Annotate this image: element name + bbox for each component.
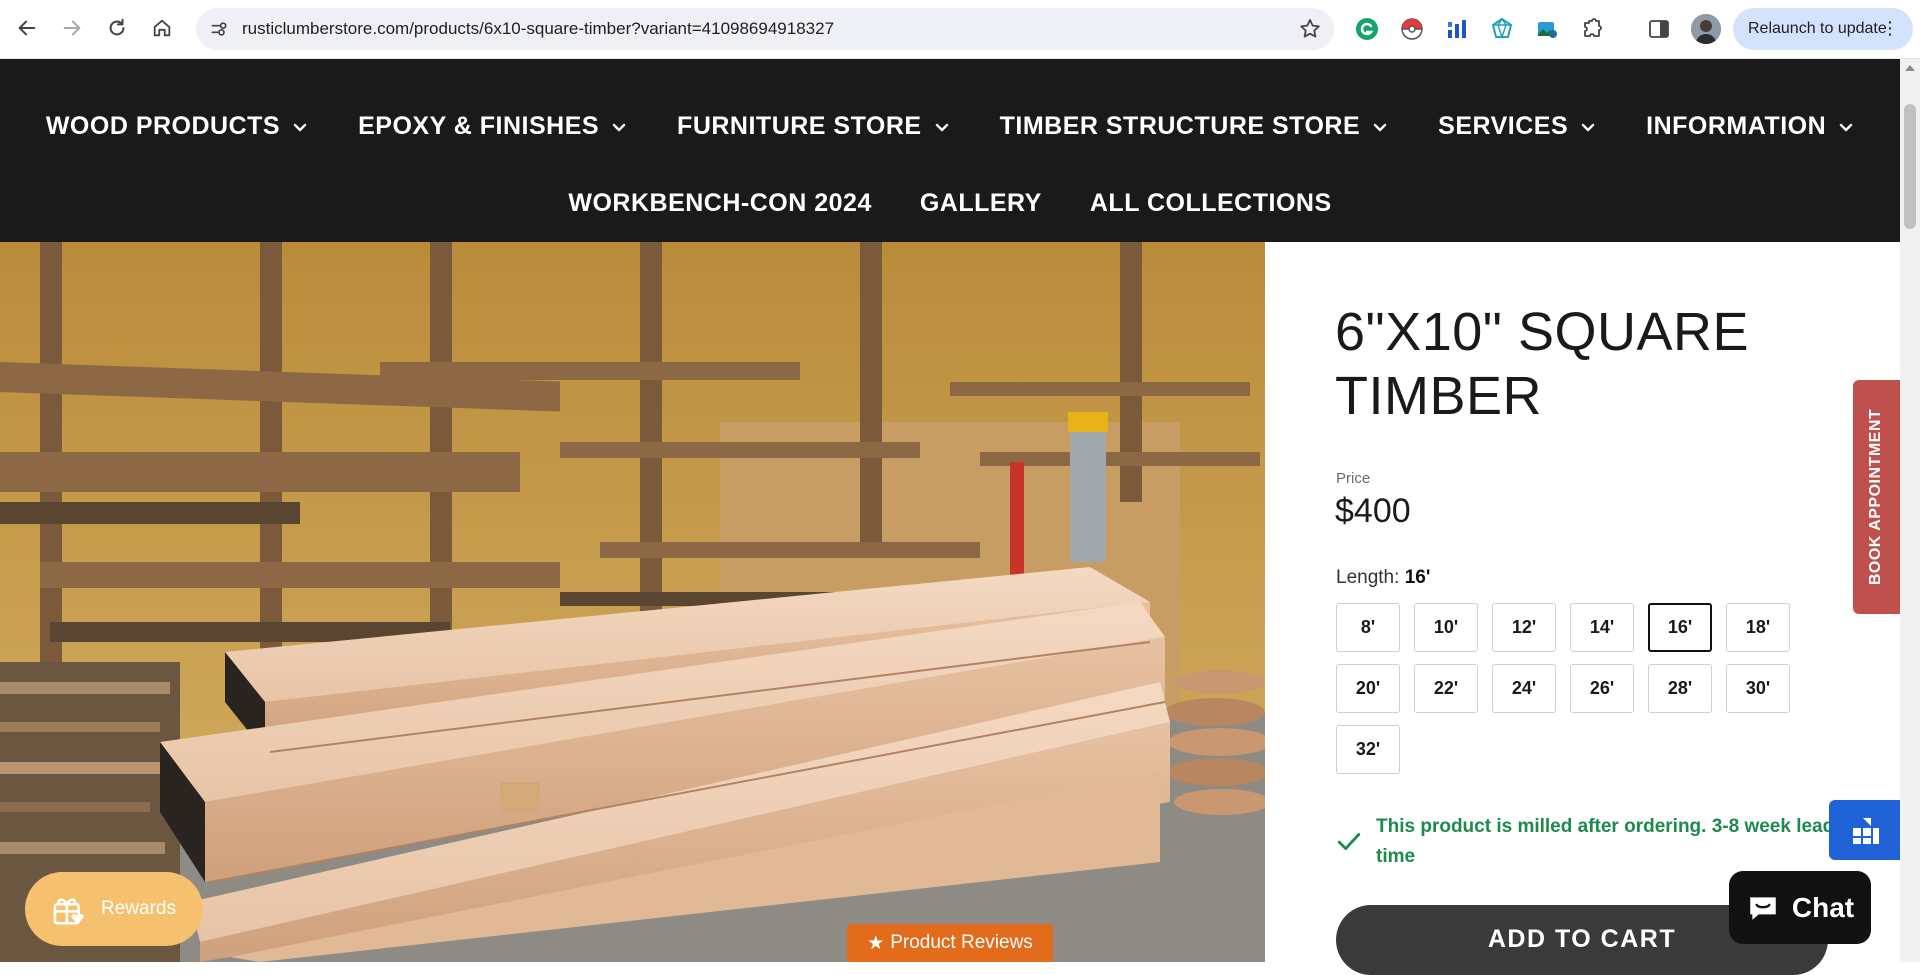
page-scrollbar[interactable] (1900, 59, 1920, 962)
nav-label: FURNITURE STORE (677, 112, 922, 140)
nav-item-timber-structure-store[interactable]: TIMBER STRUCTURE STORE (1000, 112, 1389, 141)
product-title: 6"X10" SQUARE TIMBER (1335, 302, 1750, 426)
chevron-down-icon (612, 123, 626, 131)
length-option-20[interactable]: 20' (1336, 664, 1400, 713)
nav-label: SERVICES (1438, 112, 1569, 140)
gift-heart-icon (53, 898, 84, 925)
grammarly-icon[interactable] (1354, 16, 1380, 42)
grid-widget-icon (1852, 818, 1879, 844)
site-navigation: WOOD PRODUCTS EPOXY & FINISHES FURNITURE… (0, 59, 1900, 242)
nav-item-information[interactable]: INFORMATION (1646, 112, 1854, 141)
back-icon (18, 20, 36, 36)
nav-row-secondary: WORKBENCH-CON 2024 GALLERY ALL COLLECTIO… (0, 189, 1900, 218)
length-option-18[interactable]: 18' (1726, 603, 1790, 652)
back-button[interactable] (9, 10, 45, 46)
book-appointment-tab[interactable]: BOOK APPOINTMENT (1853, 380, 1900, 614)
timber-photo (0, 242, 1265, 962)
length-option-30[interactable]: 30' (1726, 664, 1790, 713)
nav-item-services[interactable]: SERVICES (1438, 112, 1596, 141)
side-panel-icon[interactable] (1646, 16, 1672, 42)
profile-avatar[interactable] (1691, 14, 1721, 44)
chevron-down-icon (1581, 123, 1595, 131)
length-option-26[interactable]: 26' (1570, 664, 1634, 713)
chevron-down-icon (1373, 123, 1387, 131)
pokeball-icon[interactable] (1399, 16, 1425, 42)
length-option-14[interactable]: 14' (1570, 603, 1634, 652)
star-icon: ★ (867, 932, 885, 954)
address-bar[interactable]: rusticlumberstore.com/products/6x10-squa… (196, 8, 1334, 50)
chat-label: Chat (1791, 891, 1855, 923)
length-option-22[interactable]: 22' (1414, 664, 1478, 713)
length-option-32[interactable]: 32' (1336, 725, 1400, 774)
checkmark-icon (1337, 833, 1361, 850)
price-label: Price (1336, 470, 1371, 487)
length-label-text: Length: (1336, 567, 1400, 588)
lead-time-text: This product is milled after ordering. 3… (1376, 816, 1835, 867)
length-option-label: Length: 16' (1336, 567, 1430, 589)
forward-button[interactable] (54, 10, 90, 46)
product-reviews-label: Product Reviews (890, 932, 1033, 953)
nav-item-gallery[interactable]: GALLERY (920, 189, 1042, 218)
home-button[interactable] (144, 10, 180, 46)
reload-button[interactable] (99, 10, 135, 46)
photo-extension-icon[interactable] (1534, 16, 1560, 42)
product-reviews-tab[interactable]: ★ Product Reviews (847, 924, 1053, 962)
lead-time-notice: This product is milled after ordering. 3… (1336, 812, 1836, 872)
nav-item-wood-products[interactable]: WOOD PRODUCTS (46, 112, 308, 141)
browser-toolbar: rusticlumberstore.com/products/6x10-squa… (0, 0, 1920, 59)
nav-item-all-collections[interactable]: ALL COLLECTIONS (1090, 189, 1332, 218)
nav-label: TIMBER STRUCTURE STORE (999, 112, 1361, 140)
rewards-button[interactable]: Rewards (25, 872, 203, 946)
nav-label: WOOD PRODUCTS (45, 112, 281, 140)
length-option-10[interactable]: 10' (1414, 603, 1478, 652)
chevron-down-icon (293, 123, 307, 131)
chat-button[interactable]: Chat (1729, 871, 1871, 944)
length-option-24[interactable]: 24' (1492, 664, 1556, 713)
length-options: 8' 10' 12' 14' 16' 18' 20' 22' 24' 26' 2… (1336, 603, 1816, 774)
nav-item-furniture-store[interactable]: FURNITURE STORE (677, 112, 950, 141)
gem-extension-icon[interactable] (1489, 16, 1515, 42)
nav-item-epoxy-finishes[interactable]: EPOXY & FINISHES (358, 112, 627, 141)
bookmark-star-icon[interactable] (1298, 17, 1322, 41)
relaunch-to-update-button[interactable]: Relaunch to update ⋮ (1733, 8, 1913, 50)
nav-label: EPOXY & FINISHES (358, 112, 600, 140)
book-appointment-label: BOOK APPOINTMENT (1867, 408, 1885, 586)
url-text[interactable]: rusticlumberstore.com/products/6x10-squa… (242, 19, 834, 39)
site-info-icon (211, 22, 227, 36)
length-option-12[interactable]: 12' (1492, 603, 1556, 652)
product-price: $400 (1335, 492, 1411, 530)
nav-item-workbench-con[interactable]: WORKBENCH-CON 2024 (568, 189, 871, 218)
rewards-label: Rewards (101, 898, 176, 919)
extensions-puzzle-icon[interactable] (1579, 16, 1605, 42)
chevron-down-icon (1839, 123, 1853, 131)
more-menu-icon[interactable]: ⋮ (1881, 18, 1899, 38)
selected-length-value: 16' (1404, 567, 1431, 588)
length-option-28[interactable]: 28' (1648, 664, 1712, 713)
chart-extension-icon[interactable] (1444, 16, 1470, 42)
nav-label: INFORMATION (1646, 112, 1827, 140)
length-option-8[interactable]: 8' (1336, 603, 1400, 652)
forward-icon (63, 20, 81, 36)
site-info-button[interactable] (204, 14, 234, 44)
reload-icon (109, 18, 125, 36)
chevron-down-icon (935, 123, 948, 131)
scrollbar-thumb[interactable] (1904, 104, 1916, 229)
scroll-up-arrow-icon[interactable] (1905, 65, 1915, 71)
product-image[interactable] (0, 242, 1265, 962)
home-icon (153, 19, 171, 37)
relaunch-label: Relaunch to update (1748, 20, 1887, 37)
length-option-16-selected[interactable]: 16' (1648, 603, 1712, 652)
blue-widget-button[interactable] (1829, 800, 1900, 860)
nav-row-primary: WOOD PRODUCTS EPOXY & FINISHES FURNITURE… (0, 112, 1900, 141)
chat-bubble-icon (1750, 896, 1776, 920)
